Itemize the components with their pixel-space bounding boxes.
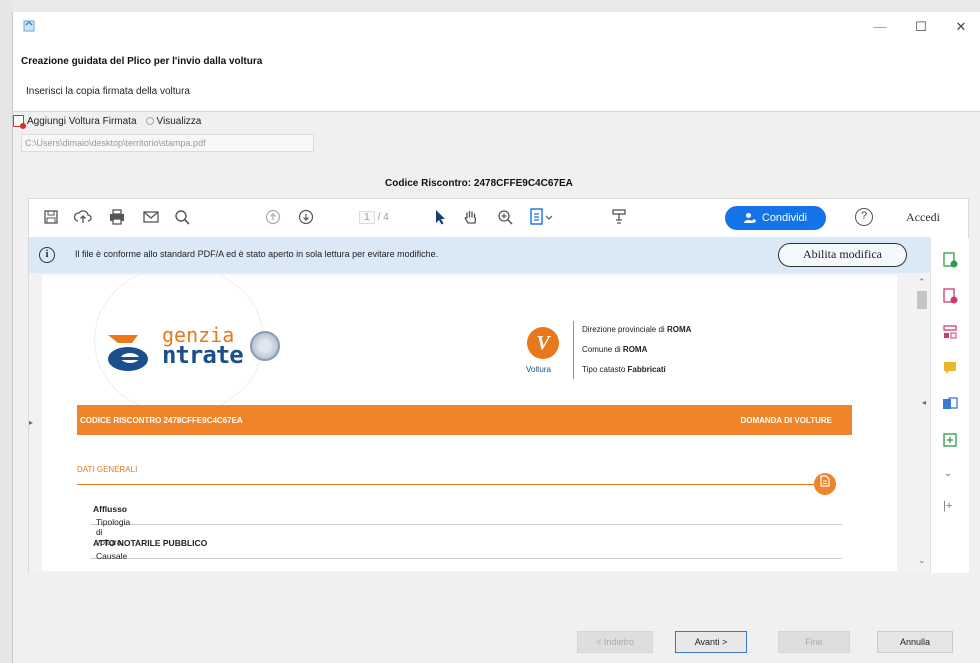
section-underline: [77, 484, 817, 485]
collapse-panel-icon[interactable]: |+: [943, 500, 952, 512]
view-file-button[interactable]: Visualizza: [145, 115, 202, 127]
header-separator: [573, 321, 574, 379]
wizard-window: — ☐ ✕ Creazione guidata del Plico per l'…: [12, 12, 980, 663]
edit-pdf-icon[interactable]: [942, 432, 958, 448]
zoom-in-icon[interactable]: [495, 207, 515, 227]
organize-pages-icon[interactable]: [942, 324, 958, 340]
minimize-button[interactable]: —: [865, 16, 895, 38]
scrollbar-thumb[interactable]: [917, 291, 927, 309]
pdf-add-icon: [13, 115, 26, 129]
document-scrollbar[interactable]: ⌃ ⌄: [914, 273, 930, 573]
help-button[interactable]: ?: [855, 208, 873, 226]
voltura-icon-label: Voltura: [526, 365, 551, 374]
document-header-bar: CODICE RISCONTRO 2478CFFE9C4C67EA DOMAND…: [77, 405, 852, 435]
hand-tool-icon[interactable]: [461, 207, 481, 227]
print-icon[interactable]: [107, 207, 127, 227]
left-panel-toggle-icon[interactable]: ▸: [29, 418, 33, 427]
comment-icon[interactable]: [942, 360, 958, 376]
close-button[interactable]: ✕: [946, 16, 976, 38]
mail-icon[interactable]: [141, 207, 161, 227]
app-icon: [23, 20, 35, 32]
background-window-edge: [0, 0, 12, 663]
pdf-viewer: 1 / 4 Condividi ? Accedi i Il file è con…: [28, 198, 969, 573]
republic-emblem: [250, 331, 280, 361]
wizard-header: Creazione guidata del Plico per l'invio …: [13, 44, 980, 112]
zoom-out-icon[interactable]: [172, 207, 192, 227]
ente-tipo-catasto: Tipo catasto Fabbricati: [582, 365, 666, 374]
wizard-subtitle: Inserisci la copia firmata della voltura: [26, 86, 190, 97]
file-picker-row: Aggiungi Voltura Firmata Visualizza: [13, 113, 201, 129]
select-arrow-icon[interactable]: [430, 207, 450, 227]
pdfa-notice-bar: i Il file è conforme allo standard PDF/A…: [29, 237, 930, 273]
save-icon[interactable]: [41, 207, 61, 227]
row-tipologia-voltura: Tipologia di voltura Afflusso: [90, 491, 842, 547]
magnifier-icon: [145, 117, 154, 125]
pdfa-notice-text: Il file è conforme allo standard PDF/A e…: [75, 249, 439, 259]
document-area[interactable]: genzia ntrate V Voltura Direzione provin…: [29, 273, 930, 573]
page-down-icon[interactable]: [296, 207, 316, 227]
row-causale: Causale ATTO NOTARILE PUBBLICO: [90, 525, 842, 561]
voltura-icon: V: [527, 327, 559, 359]
page-indicator: 1 / 4: [348, 207, 400, 227]
login-button[interactable]: Accedi: [906, 210, 940, 225]
logo-text-ntrate: ntrate: [162, 341, 244, 369]
wizard-title: Creazione guidata del Plico per l'invio …: [21, 56, 263, 67]
bar-codice-riscontro: CODICE RISCONTRO 2478CFFE9C4C67EA: [80, 416, 243, 425]
create-pdf-icon[interactable]: [942, 252, 958, 268]
agenzia-entrate-mark: [108, 335, 148, 371]
codice-riscontro-label: Codice Riscontro: 2478CFFE9C4C67EA: [385, 178, 573, 189]
scroll-down-icon[interactable]: ⌄: [918, 555, 926, 566]
ente-direzione: Direzione provinciale di ROMA: [582, 325, 692, 334]
page-up-icon[interactable]: [263, 207, 283, 227]
page-number-input[interactable]: 1: [359, 210, 375, 224]
pdf-page: genzia ntrate V Voltura Direzione provin…: [42, 275, 897, 571]
next-button[interactable]: Avanti >: [675, 631, 747, 653]
scroll-up-icon[interactable]: ⌃: [918, 277, 926, 288]
add-signed-voltura-button[interactable]: Aggiungi Voltura Firmata: [27, 116, 137, 127]
view-file-label: Visualizza: [156, 115, 202, 127]
page-total: / 4: [377, 211, 389, 223]
finish-button[interactable]: Fine: [778, 631, 850, 653]
maximize-button[interactable]: ☐: [906, 16, 936, 38]
combine-files-icon[interactable]: [942, 396, 958, 412]
share-label: Condividi: [761, 212, 808, 224]
info-icon: i: [39, 247, 55, 263]
title-bar: — ☐ ✕: [13, 12, 980, 44]
right-panel-toggle-icon[interactable]: ◂: [922, 398, 926, 407]
upload-cloud-icon[interactable]: [73, 207, 93, 227]
file-path-field[interactable]: C:\Users\dimaio\desktop\territorio\stamp…: [21, 134, 314, 152]
share-people-icon: [743, 213, 756, 223]
stamp-icon[interactable]: [609, 207, 629, 227]
back-button[interactable]: < Indietro: [577, 631, 653, 653]
section-title-dati-generali: DATI GENERALI: [77, 465, 138, 474]
cancel-button[interactable]: Annulla: [877, 631, 953, 653]
export-pdf-icon[interactable]: [942, 288, 958, 304]
enable-editing-button[interactable]: Abilita modifica: [778, 243, 907, 267]
more-tools-chevron-icon[interactable]: ⌄: [944, 468, 952, 479]
fit-page-icon[interactable]: [527, 207, 557, 227]
ente-comune: Comune di ROMA: [582, 345, 648, 354]
share-button[interactable]: Condividi: [725, 206, 826, 230]
right-tools-panel: ⌄ |+: [930, 238, 969, 573]
viewer-toolbar: 1 / 4 Condividi ? Accedi: [29, 199, 970, 237]
bar-domanda-volture: DOMANDA DI VOLTURE: [740, 416, 832, 425]
